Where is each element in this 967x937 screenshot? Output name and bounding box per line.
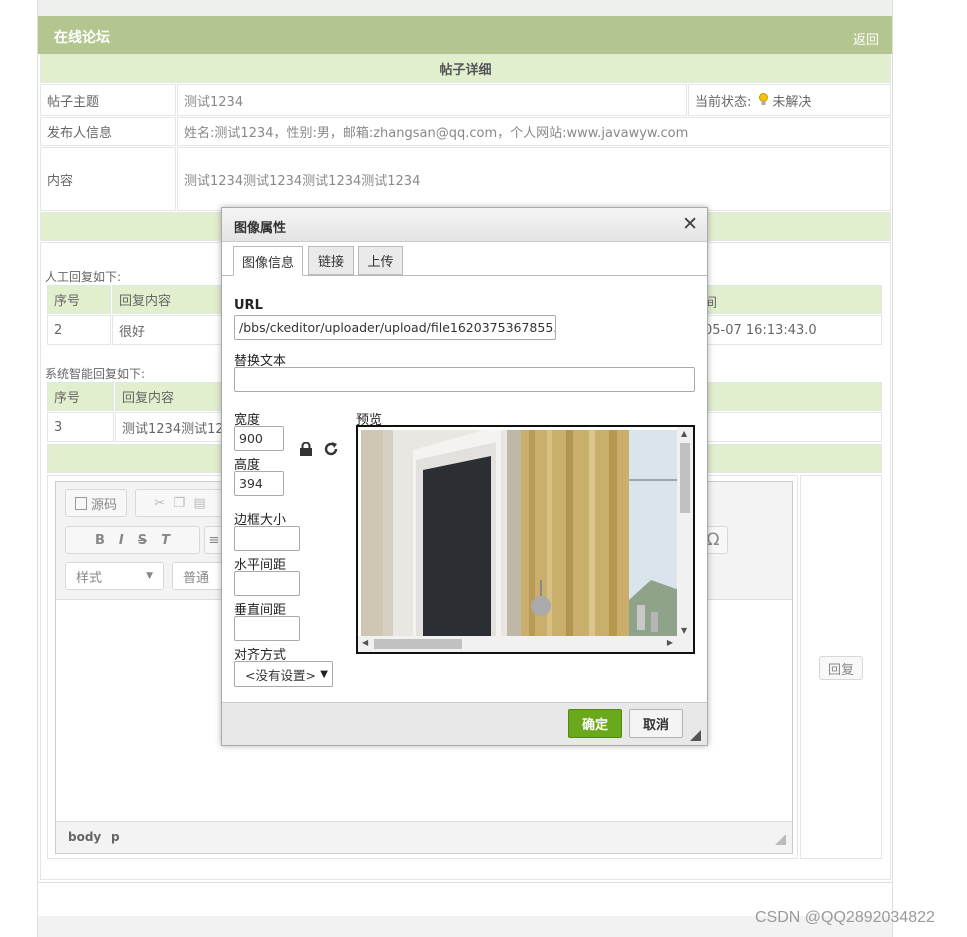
tab-upload[interactable]: 上传 <box>358 246 403 275</box>
url-label: URL <box>234 298 263 313</box>
cut-icon: ✂ <box>154 495 166 511</box>
manual-row-no: 2 <box>47 315 111 345</box>
lightbulb-icon <box>759 93 769 107</box>
footer-divider <box>38 882 892 883</box>
alt-text-input[interactable] <box>234 367 695 392</box>
forum-header: 在线论坛 返回 <box>38 16 892 54</box>
height-input[interactable]: 394 <box>234 471 284 496</box>
style-select[interactable]: 样式 ▼ <box>65 562 164 590</box>
resize-handle-icon[interactable] <box>775 834 786 845</box>
system-col-no: 序号 <box>47 382 114 411</box>
dialog-title: 图像属性 <box>234 221 287 236</box>
chevron-down-icon: ▼ <box>146 571 153 581</box>
status-label: 当前状态: <box>695 94 752 110</box>
format-select[interactable]: 普通 <box>172 562 224 590</box>
preview-image <box>361 430 679 636</box>
hspace-input[interactable] <box>234 571 300 596</box>
scroll-right-icon[interactable]: ▶ <box>667 638 673 647</box>
align-select[interactable]: <没有设置> ▼ <box>234 661 333 687</box>
width-input[interactable]: 900 <box>234 426 284 451</box>
url-input[interactable]: /bbs/ckeditor/uploader/upload/file162037… <box>234 315 556 340</box>
manual-row-time: 05-07 16:13:43.0 <box>704 323 817 338</box>
system-reply-title: 系统智能回复如下: <box>45 367 146 381</box>
source-icon <box>74 496 87 510</box>
manual-reply-title: 人工回复如下: <box>45 270 122 284</box>
subject-value: 测试1234 <box>177 84 687 116</box>
system-row-no: 3 <box>47 412 114 442</box>
bold-icon: B <box>94 532 105 548</box>
preview-horizontal-scrollbar[interactable]: ◀ ▶ <box>358 636 693 652</box>
status-value: 未解决 <box>772 94 812 110</box>
scroll-up-icon[interactable]: ▲ <box>681 429 687 438</box>
detail-heading: 帖子详细 <box>40 54 891 83</box>
source-label: 源码 <box>90 497 117 513</box>
paste-icon: ▤ <box>193 495 206 511</box>
content-label: 内容 <box>40 147 176 211</box>
style-label: 样式 <box>76 570 103 586</box>
reset-size-icon[interactable] <box>323 441 339 461</box>
lock-ratio-icon[interactable] <box>299 441 313 461</box>
status-cell: 当前状态: 未解决 <box>688 84 891 116</box>
vspace-input[interactable] <box>234 616 300 641</box>
path-p[interactable]: p <box>111 830 120 844</box>
top-strip <box>38 0 892 16</box>
dialog-titlebar[interactable]: 图像属性 ✕ <box>222 208 707 242</box>
format-group[interactable]: B I S T <box>65 526 200 554</box>
tab-link[interactable]: 链接 <box>308 246 354 275</box>
border-input[interactable] <box>234 526 300 551</box>
image-properties-dialog: 图像属性 ✕ 图像信息 链接 上传 URL /bbs/ckeditor/uplo… <box>221 207 708 746</box>
forum-title: 在线论坛 <box>54 30 110 46</box>
clear-format-icon: T <box>161 532 170 548</box>
strike-icon: S <box>137 532 148 548</box>
path-body[interactable]: body <box>68 830 101 844</box>
csdn-watermark: CSDN @QQ2892034822 <box>755 909 935 926</box>
chevron-down-icon: ▼ <box>320 668 328 680</box>
resize-handle-icon[interactable] <box>690 730 701 741</box>
source-button[interactable]: 源码 <box>65 489 127 517</box>
clipboard-group[interactable]: ✂ ❐ ▤ <box>135 489 225 517</box>
manual-col-no: 序号 <box>47 285 111 314</box>
align-value: <没有设置> <box>245 667 315 683</box>
scroll-left-icon[interactable]: ◀ <box>362 638 368 647</box>
subject-label: 帖子主题 <box>40 84 176 116</box>
cancel-button[interactable]: 取消 <box>629 709 683 738</box>
preview-box: ▲ ▼ ◀ ▶ <box>356 425 695 654</box>
tab-image-info[interactable]: 图像信息 <box>233 246 303 276</box>
back-link[interactable]: 返回 <box>853 29 879 48</box>
content-value: 测试1234测试1234测试1234测试1234 <box>177 147 891 211</box>
close-icon[interactable]: ✕ <box>682 213 698 235</box>
preview-vertical-scrollbar[interactable]: ▲ ▼ <box>677 427 693 637</box>
poster-label: 发布人信息 <box>40 117 176 146</box>
editor-statusbar: body p <box>56 821 792 853</box>
ok-button[interactable]: 确定 <box>568 709 622 738</box>
italic-icon: I <box>118 532 124 548</box>
reply-button[interactable]: 回复 <box>819 656 863 680</box>
format-label: 普通 <box>183 570 210 586</box>
scroll-down-icon[interactable]: ▼ <box>681 626 687 635</box>
poster-value: 姓名:测试1234，性别:男，邮箱:zhangsan@qq.com，个人网站:w… <box>177 117 891 146</box>
copy-icon: ❐ <box>173 495 186 511</box>
dialog-footer: 确定 取消 <box>222 702 707 745</box>
